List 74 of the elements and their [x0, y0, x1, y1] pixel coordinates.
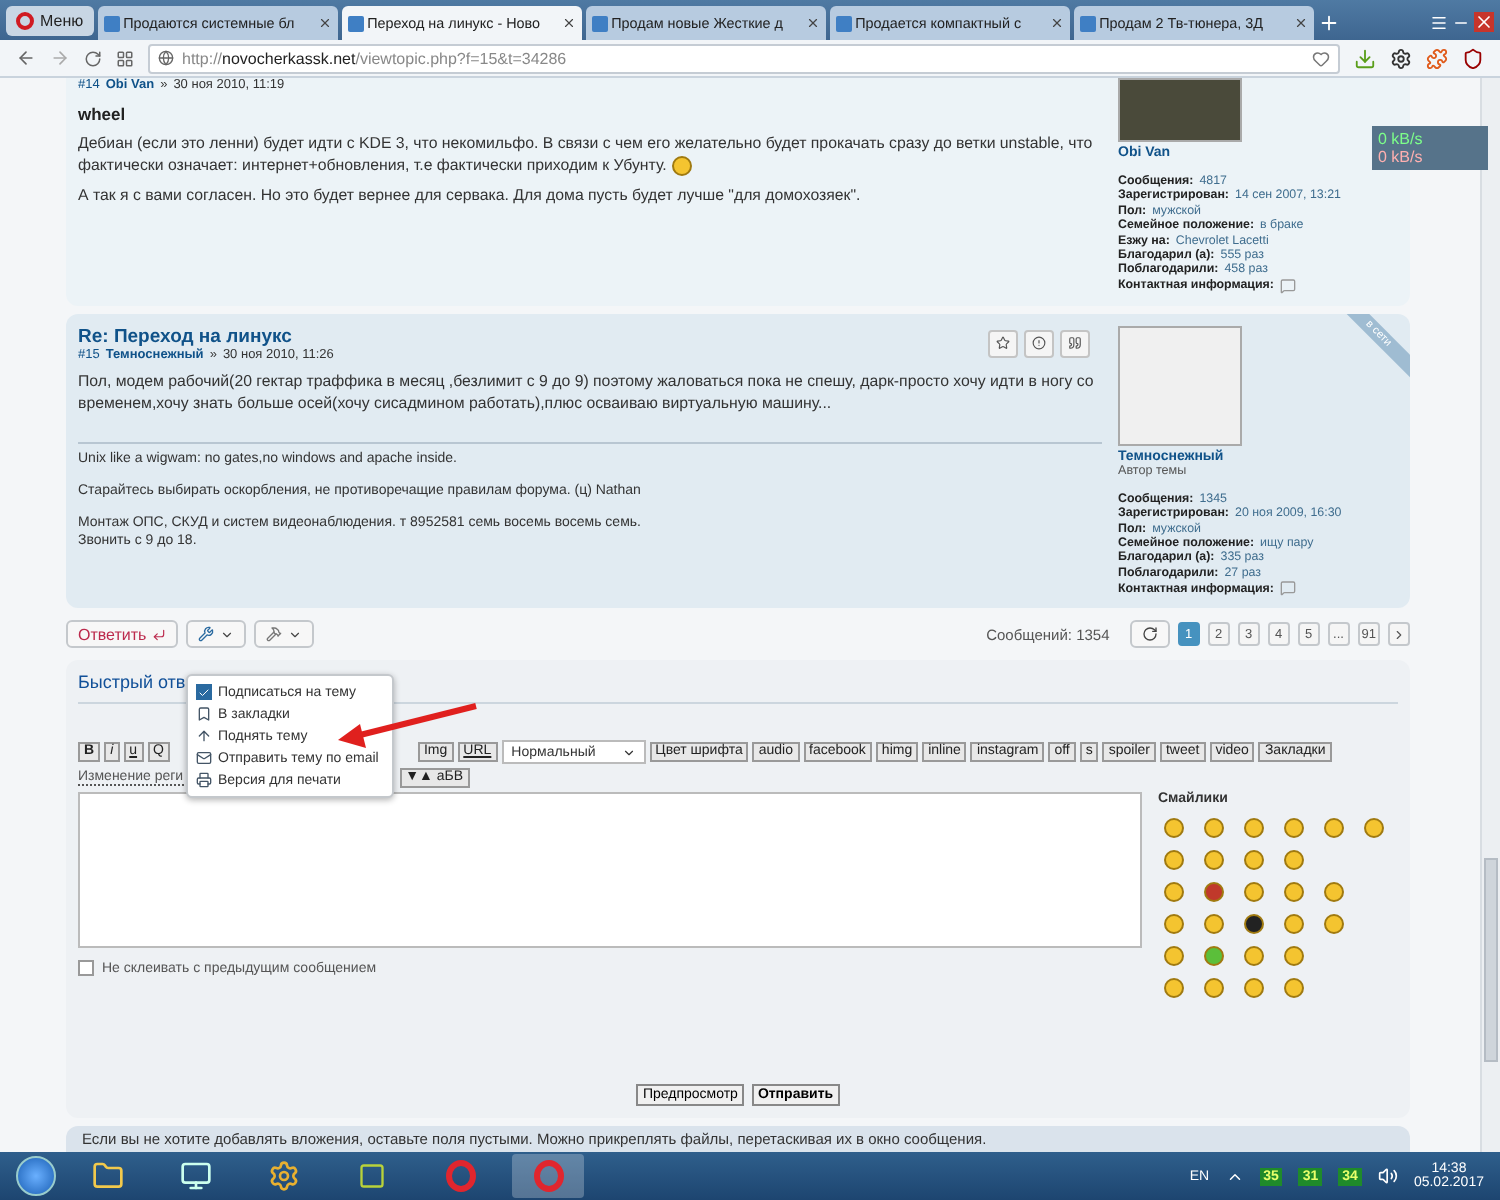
start-button[interactable]	[16, 1156, 56, 1196]
alert-icon	[1032, 336, 1046, 351]
close-tab-icon[interactable]	[1293, 16, 1308, 30]
site-icon	[835, 15, 852, 31]
next-page-button[interactable]	[1388, 622, 1410, 647]
post-title[interactable]: Re: Переход на линукс	[78, 325, 1102, 348]
printer-icon	[196, 772, 212, 788]
address-field[interactable]: http://novocherkassk.net/viewtopic.php?f=15&t=34286	[148, 43, 1340, 73]
heart-icon[interactable]	[1312, 49, 1330, 67]
opera-logo-icon	[445, 1160, 475, 1192]
close-tab-icon[interactable]	[805, 16, 820, 30]
back-icon[interactable]	[16, 48, 36, 68]
arrow-up-icon	[196, 728, 212, 744]
reply-arrow-icon	[152, 627, 167, 642]
star-icon	[996, 336, 1010, 351]
report-button[interactable]	[1024, 329, 1054, 358]
tools-button[interactable]	[186, 620, 247, 649]
download-speed: 0 kB/s	[1378, 130, 1425, 148]
chevron-right-icon	[1392, 627, 1406, 642]
forward-icon[interactable]	[50, 48, 70, 68]
scrollbar-thumb[interactable]	[1484, 858, 1498, 1062]
hammer-icon	[266, 626, 283, 643]
url-text: http://novocherkassk.net/viewtopic.php?f=15&t=34286	[182, 49, 567, 67]
star-button[interactable]	[988, 329, 1018, 358]
globe-icon	[158, 50, 174, 66]
download-icon[interactable]	[1354, 47, 1376, 69]
monitor-icon	[180, 1160, 212, 1192]
checkbox[interactable]	[78, 960, 94, 977]
close-tab-icon[interactable]	[561, 16, 576, 30]
caret-icon	[621, 745, 636, 760]
gear-icon[interactable]	[1390, 47, 1412, 69]
site-icon	[103, 15, 120, 31]
annotation-arrow	[336, 702, 480, 748]
avatar-placeholder	[1118, 78, 1242, 142]
grin-icon	[672, 155, 693, 176]
message-field[interactable]	[78, 792, 1142, 949]
menu-icon[interactable]	[1430, 14, 1448, 32]
checkbox[interactable]	[196, 684, 212, 700]
grid-icon[interactable]	[116, 49, 134, 67]
upload-speed: 0 kB/s	[1378, 148, 1425, 166]
new-tab-icon[interactable]	[1317, 12, 1340, 34]
shield-icon[interactable]	[1462, 47, 1484, 69]
square-icon	[358, 1162, 386, 1190]
jump-button[interactable]	[1129, 620, 1170, 649]
puzzle-icon[interactable]	[1426, 47, 1448, 69]
quote-button[interactable]	[1060, 329, 1090, 358]
close-tab-icon[interactable]	[1049, 16, 1064, 30]
speech-bubble-icon[interactable]	[1279, 277, 1296, 294]
scrollbar[interactable]	[1480, 78, 1500, 1152]
caret-icon	[220, 627, 235, 642]
smiley-icon[interactable]	[1244, 914, 1264, 935]
mail-icon	[196, 750, 212, 766]
volume-icon[interactable]	[1377, 1166, 1398, 1186]
caret-icon	[288, 627, 303, 642]
curved-arrow-icon	[1141, 626, 1158, 643]
site-icon	[591, 15, 608, 31]
opera-logo-icon	[16, 12, 34, 30]
bookmark-icon	[196, 706, 212, 722]
site-icon	[347, 15, 364, 31]
site-icon	[1079, 15, 1096, 31]
opera-logo-icon	[533, 1160, 563, 1192]
browser-menu-button[interactable]: Меню	[6, 6, 94, 36]
wrench-icon	[198, 626, 215, 643]
reload-icon[interactable]	[84, 49, 102, 67]
folder-icon	[92, 1160, 124, 1192]
avatar-placeholder	[1118, 325, 1242, 446]
close-icon[interactable]	[1474, 12, 1494, 32]
speech-bubble-icon[interactable]	[1279, 580, 1296, 597]
gear-icon	[268, 1160, 300, 1192]
moderation-button[interactable]	[254, 620, 315, 649]
quoted-name: wheel	[78, 104, 128, 124]
quote-icon	[1068, 336, 1082, 351]
close-tab-icon[interactable]	[317, 16, 332, 30]
reply-button[interactable]: Ответить	[66, 620, 179, 649]
